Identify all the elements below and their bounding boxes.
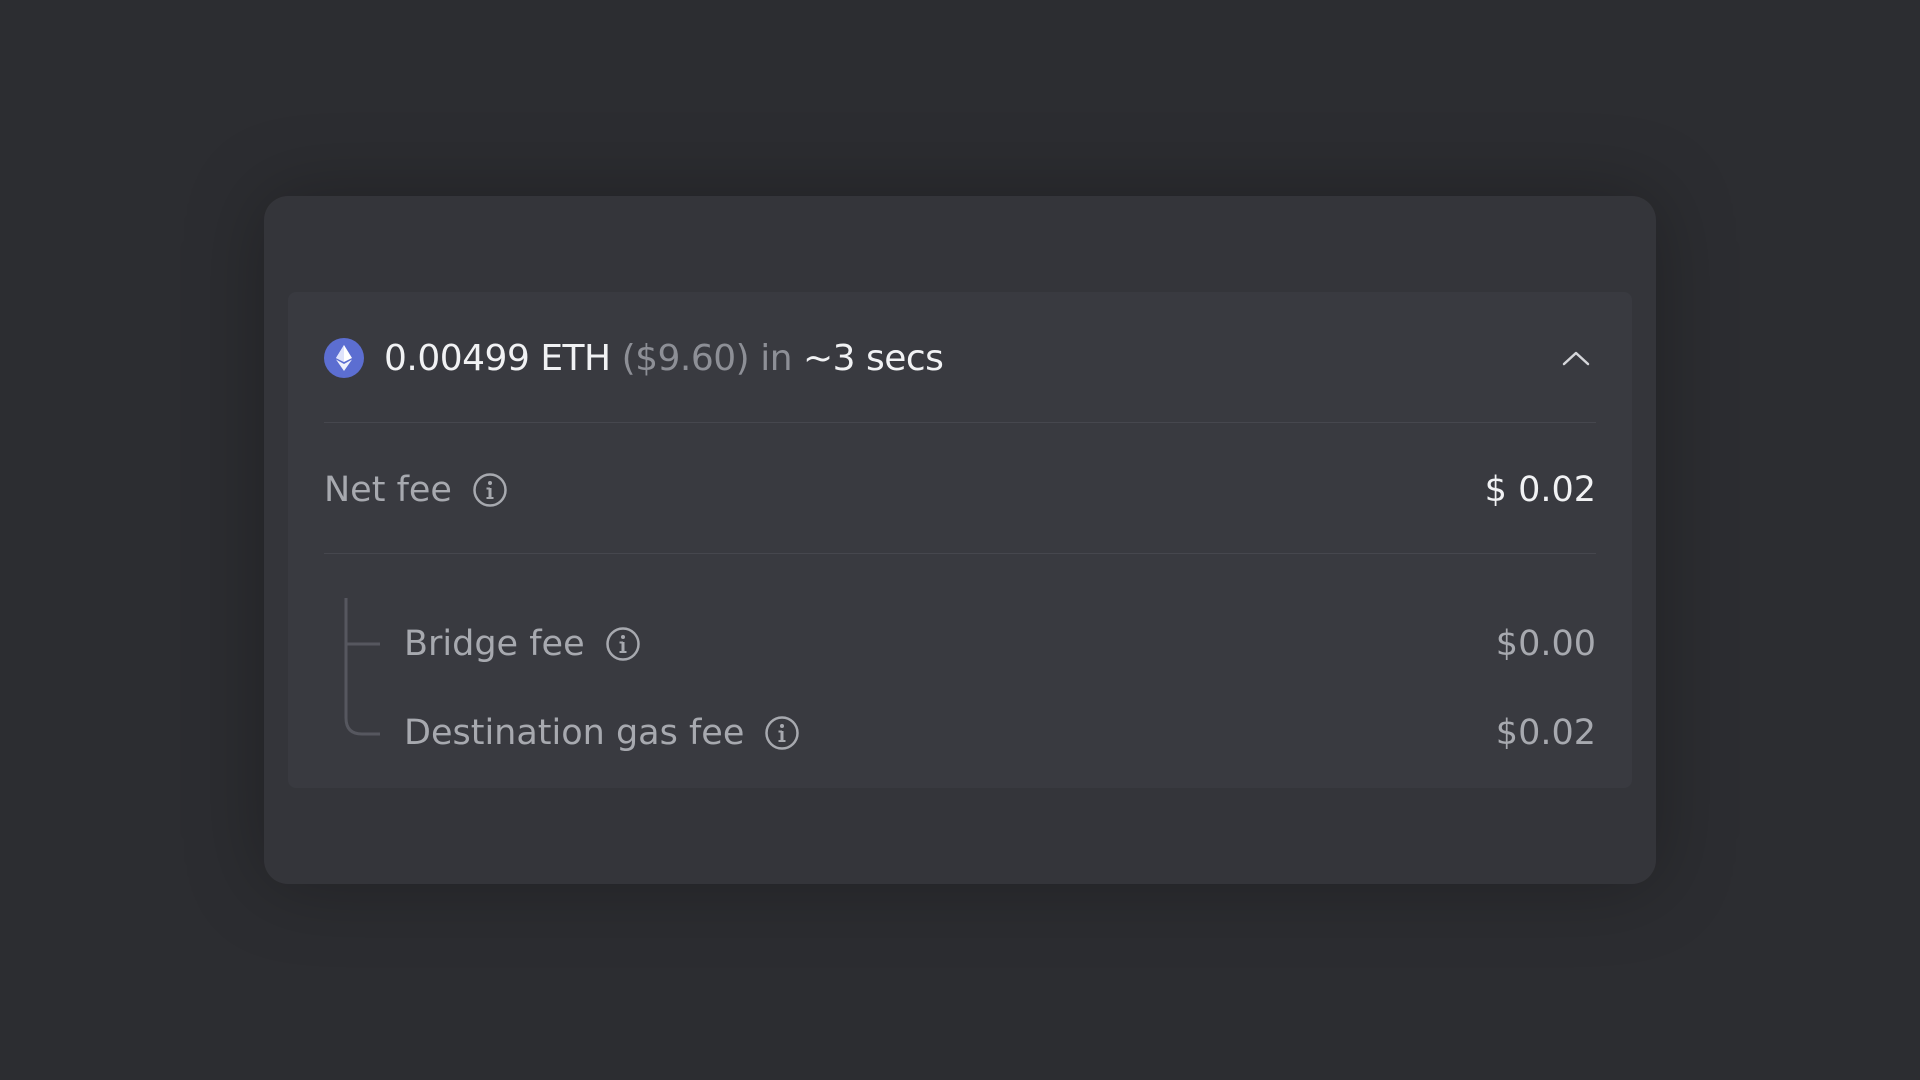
destination-gas-fee-label: Destination gas fee (404, 713, 745, 753)
fee-breakdown-tree-connector (344, 598, 380, 736)
destination-gas-fee-row: Destination gas fee $0.02 (404, 703, 1596, 763)
net-fee-info-icon[interactable] (472, 472, 508, 508)
net-fee-row: Net fee $ 0.02 (324, 460, 1596, 520)
bridge-fee-row: Bridge fee $0.00 (404, 614, 1596, 674)
net-fee-label: Net fee (324, 470, 452, 510)
receive-usd-value: ($9.60) (621, 337, 750, 379)
receive-amount: 0.00499 ETH (384, 337, 611, 379)
receive-summary-text: 0.00499 ETH ($9.60) in ~3 secs (384, 337, 944, 379)
in-word: in (760, 337, 793, 379)
chevron-up-icon[interactable] (1556, 338, 1596, 378)
ethereum-icon (324, 338, 364, 378)
bridge-fee-info-icon[interactable] (605, 626, 641, 662)
destination-gas-fee-value: $0.02 (1495, 713, 1596, 753)
fee-summary-card: 0.00499 ETH ($9.60) in ~3 secs Net fee $… (264, 196, 1656, 884)
net-fee-divider (324, 553, 1596, 554)
receive-summary[interactable]: 0.00499 ETH ($9.60) in ~3 secs (324, 328, 1596, 388)
bridge-fee-value: $0.00 (1495, 624, 1596, 664)
destination-gas-fee-info-icon[interactable] (764, 715, 800, 751)
bridge-fee-label: Bridge fee (404, 624, 585, 664)
fee-details-panel: 0.00499 ETH ($9.60) in ~3 secs Net fee $… (288, 292, 1632, 788)
summary-divider (324, 422, 1596, 423)
estimated-time: ~3 secs (802, 337, 944, 379)
net-fee-value: $ 0.02 (1484, 470, 1596, 510)
